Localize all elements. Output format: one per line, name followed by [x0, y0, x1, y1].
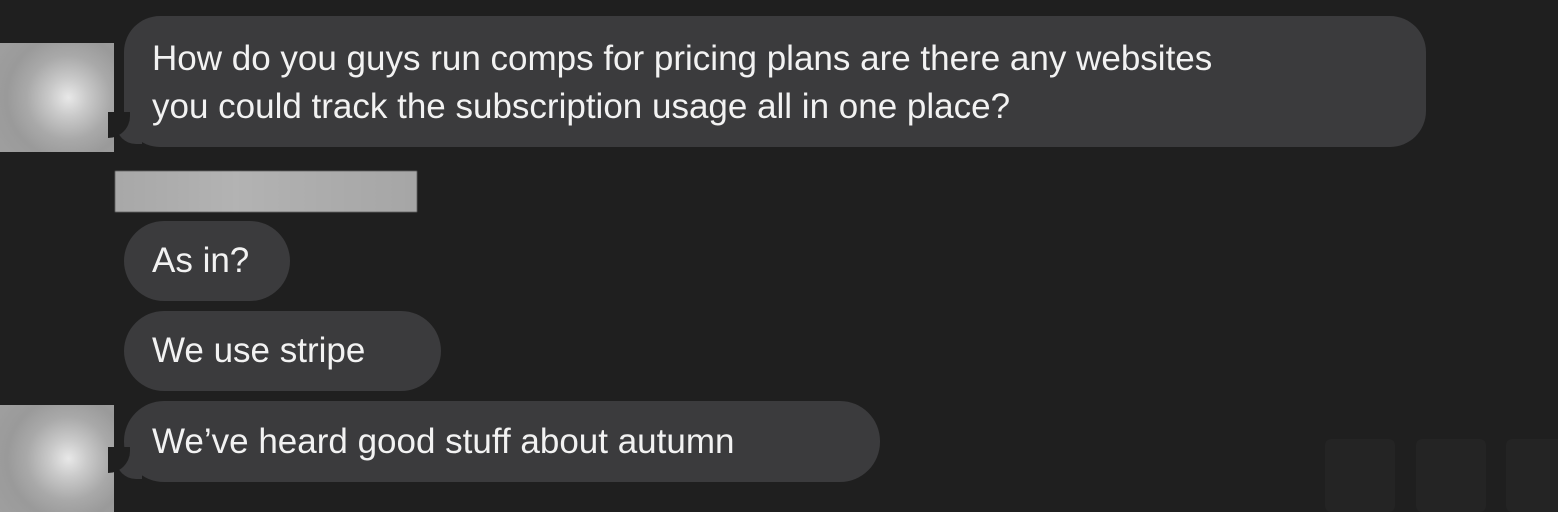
- message-text: As in?: [152, 241, 250, 280]
- reaction-slot: [1416, 439, 1486, 512]
- message-text: We use stripe: [152, 331, 366, 370]
- message-bubble-question[interactable]: How do you guys run comps for pricing pl…: [124, 16, 1426, 147]
- reaction-slot: [1506, 439, 1558, 512]
- message-bubble-autumn[interactable]: We’ve heard good stuff about autumn: [124, 401, 880, 482]
- message-thread: How do you guys run comps for pricing pl…: [0, 0, 1558, 512]
- sender-avatar-blurred[interactable]: [0, 43, 114, 152]
- message-bubble-as-in[interactable]: As in?: [124, 221, 290, 301]
- message-bubble-stripe[interactable]: We use stripe: [124, 311, 441, 391]
- sender-name-redacted: [115, 171, 417, 212]
- reaction-slot: [1325, 439, 1395, 512]
- sender-avatar-blurred[interactable]: [0, 405, 114, 512]
- bubble-tail: [108, 447, 142, 479]
- message-line: you could track the subscription usage a…: [152, 87, 1011, 126]
- message-line: How do you guys run comps for pricing pl…: [152, 39, 1213, 78]
- bubble-tail: [108, 112, 142, 144]
- message-text: We’ve heard good stuff about autumn: [152, 422, 735, 461]
